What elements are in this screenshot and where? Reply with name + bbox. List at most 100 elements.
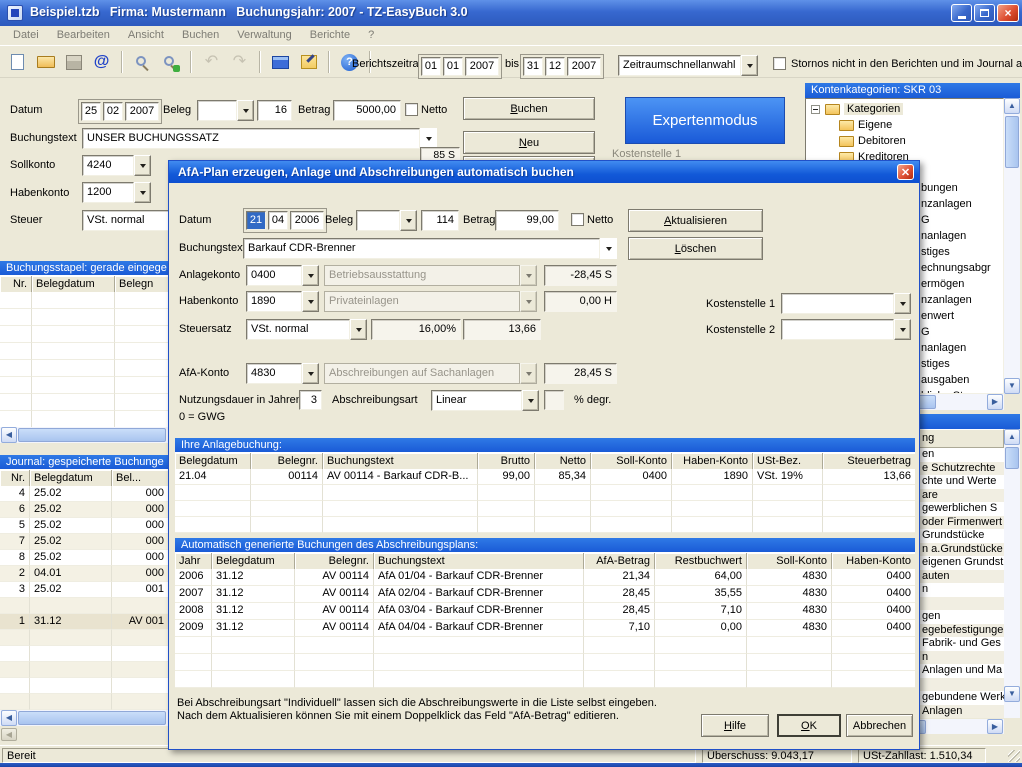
beleg-value[interactable]: [197, 100, 237, 121]
tree-item-kategorien[interactable]: Kategorien: [811, 103, 903, 115]
to-year[interactable]: 2007: [567, 57, 601, 76]
plan-table-row[interactable]: [175, 637, 915, 654]
plan-table-row[interactable]: [175, 671, 915, 688]
chevron-down-icon[interactable]: [420, 128, 437, 149]
steuersatz-combo[interactable]: VSt. normal: [246, 319, 367, 340]
column-header[interactable]: Belegdatum: [175, 453, 251, 469]
kostenstelle1-combo[interactable]: [781, 293, 911, 314]
chevron-down-icon[interactable]: [600, 238, 617, 259]
chevron-down-icon[interactable]: [400, 210, 417, 231]
from-day[interactable]: 01: [421, 57, 441, 76]
dlg-datum-day[interactable]: 21: [246, 211, 266, 230]
dlg-habenkonto-value[interactable]: 1890: [246, 291, 302, 312]
chevron-down-icon[interactable]: [237, 100, 254, 121]
anlagekonto-value[interactable]: 0400: [246, 265, 302, 286]
chevron-down-icon[interactable]: [134, 155, 151, 176]
scrollbar-thumb[interactable]: [18, 711, 166, 725]
chevron-down-icon[interactable]: [302, 291, 319, 312]
menu-item[interactable]: Buchen: [173, 26, 228, 45]
from-month[interactable]: 01: [443, 57, 463, 76]
scrollbar-thumb[interactable]: [1005, 447, 1019, 469]
sollkonto-value[interactable]: 4240: [82, 155, 134, 176]
scrollbar-thumb[interactable]: [1005, 116, 1019, 168]
column-header[interactable]: Soll-Konto: [591, 453, 672, 469]
dlg-datum-field[interactable]: 21 04 2006: [243, 208, 327, 233]
journal-row[interactable]: 2 04.01 000: [0, 566, 168, 582]
tree-item-fragment[interactable]: echnungsabgr: [921, 260, 1003, 276]
to-month[interactable]: 12: [545, 57, 565, 76]
chevron-down-icon[interactable]: [894, 293, 911, 314]
journal-row[interactable]: [0, 646, 168, 662]
column-header[interactable]: Nr.: [0, 470, 30, 486]
tree-item-fragment[interactable]: enwert: [921, 308, 1003, 324]
column-header[interactable]: Netto: [535, 453, 591, 469]
expertenmodus-button[interactable]: Expertenmodus: [625, 97, 785, 144]
column-header[interactable]: Restbuchwert: [655, 553, 747, 569]
habenkonto-value[interactable]: 1200: [82, 182, 134, 203]
to-day[interactable]: 31: [523, 57, 543, 76]
datum-day[interactable]: 25: [81, 102, 101, 121]
habenkonto-combo[interactable]: 1200: [82, 182, 151, 203]
scroll-up-icon[interactable]: ▲: [1004, 98, 1020, 114]
buchen-button[interactable]: Buchen: [463, 97, 595, 120]
column-header[interactable]: Buchungstext: [323, 453, 478, 469]
menu-item[interactable]: Berichte: [301, 26, 359, 45]
close-button[interactable]: ×: [997, 4, 1019, 22]
kostenstelle1-value[interactable]: [781, 293, 894, 314]
tree-item-fragment[interactable]: bliche Steuern: [921, 388, 1003, 393]
scroll-right-icon[interactable]: ▶: [987, 394, 1003, 410]
column-header[interactable]: Bel...: [112, 470, 168, 486]
journal-row[interactable]: [0, 694, 168, 710]
column-header[interactable]: Haben-Konto: [832, 553, 915, 569]
scroll-right-icon[interactable]: ▶: [987, 719, 1003, 734]
journal-row[interactable]: 3 25.02 001: [0, 582, 168, 598]
tree-item-fragment[interactable]: nzanlagen: [921, 196, 1003, 212]
datum-field[interactable]: 25 02 2007: [78, 99, 162, 124]
dlg-betrag-field[interactable]: 99,00: [495, 210, 559, 231]
anlage-table-row[interactable]: [175, 517, 915, 533]
plan-table-row[interactable]: 2009 31.12 AV 00114 AfA 04/04 - Barkauf …: [175, 620, 915, 637]
scroll-down-icon[interactable]: ▼: [1004, 378, 1020, 394]
resize-grip[interactable]: [1008, 750, 1020, 762]
buchungstext-value[interactable]: UNSER BUCHUNGSSATZ: [82, 128, 420, 149]
datum-year[interactable]: 2007: [125, 102, 159, 121]
menu-item[interactable]: ?: [359, 26, 383, 45]
tree-item-fragment[interactable]: nanlagen: [921, 340, 1003, 356]
save-icon[interactable]: [62, 51, 85, 74]
tree-item-fragment[interactable]: stiges: [921, 244, 1003, 260]
scroll-left-icon[interactable]: ◀: [1, 427, 17, 443]
journal-row[interactable]: 5 25.02 000: [0, 518, 168, 534]
plan-table-row[interactable]: 2007 31.12 AV 00114 AfA 02/04 - Barkauf …: [175, 586, 915, 603]
dlg-beleg-value[interactable]: [356, 210, 400, 231]
beleg-nr-field[interactable]: 16: [257, 100, 292, 121]
minimize-button[interactable]: [951, 4, 972, 22]
nutzungsdauer-field[interactable]: 3: [299, 390, 322, 410]
scrollbar-thumb[interactable]: [18, 428, 166, 442]
dlg-netto-checkbox[interactable]: [571, 213, 584, 226]
column-header[interactable]: Soll-Konto: [747, 553, 832, 569]
journal-row[interactable]: [0, 662, 168, 678]
column-header[interactable]: Belegnr.: [295, 553, 374, 569]
aktualisieren-button[interactable]: Aktualisieren: [628, 209, 763, 232]
column-header[interactable]: Haben-Konto: [672, 453, 753, 469]
plan-table-row[interactable]: 2006 31.12 AV 00114 AfA 01/04 - Barkauf …: [175, 569, 915, 586]
journal-row[interactable]: 4 25.02 000: [0, 486, 168, 502]
column-header[interactable]: Nr.: [0, 276, 32, 292]
dlg-datum-month[interactable]: 04: [268, 211, 288, 230]
loeschen-button[interactable]: Löschen: [628, 237, 763, 260]
scroll-up-icon[interactable]: ▲: [1004, 429, 1020, 445]
collapse-icon[interactable]: [811, 105, 820, 114]
tree-item-label[interactable]: Kategorien: [844, 103, 903, 115]
kostenstelle2-value[interactable]: [781, 319, 894, 340]
journal-row[interactable]: [0, 598, 168, 614]
tree-item-debitoren[interactable]: Debitoren: [839, 135, 906, 147]
column-header[interactable]: Jahr: [175, 553, 212, 569]
title-bar[interactable]: Beispiel.tzb Firma: Mustermann Buchungsj…: [0, 0, 1022, 26]
journal-row[interactable]: [0, 630, 168, 646]
hilfe-button[interactable]: Hilfe: [701, 714, 769, 737]
chevron-down-icon[interactable]: [302, 363, 319, 384]
column-header[interactable]: Belegdatum: [32, 276, 115, 292]
dialog-title-bar[interactable]: AfA-Plan erzeugen, Anlage und Abschreibu…: [169, 161, 919, 183]
beleg-combo[interactable]: [197, 100, 254, 121]
datum-month[interactable]: 02: [103, 102, 123, 121]
